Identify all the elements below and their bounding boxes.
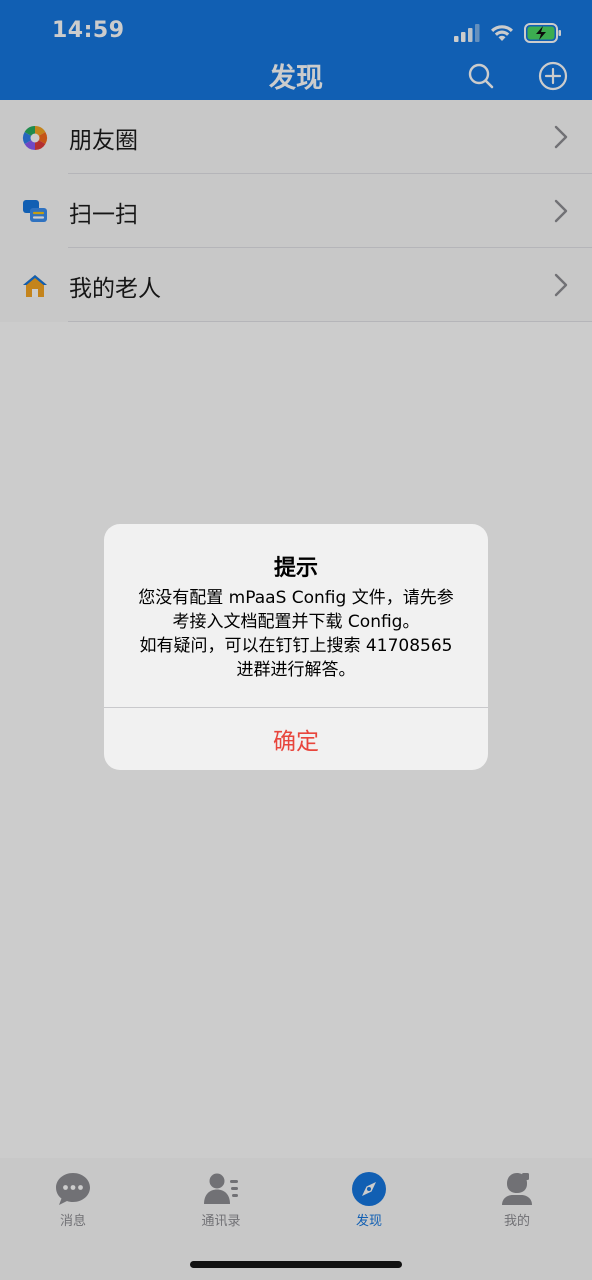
alert-message-line: 考接入文档配置并下载 Config。 xyxy=(172,612,420,632)
alert-message-line: 如有疑问，可以在钉钉上搜索 41708565 xyxy=(139,636,453,656)
alert-message: 您没有配置 mPaaS Config 文件，请先参 考接入文档配置并下载 Con… xyxy=(124,586,468,682)
home-indicator[interactable] xyxy=(190,1261,402,1268)
alert-title: 提示 xyxy=(273,556,318,581)
confirm-button[interactable]: 确定 xyxy=(104,708,488,770)
alert-message-line: 进群进行解答。 xyxy=(236,660,356,680)
alert-dialog: 提示 您没有配置 mPaaS Config 文件，请先参 考接入文档配置并下载 … xyxy=(104,524,488,770)
alert-message-line: 您没有配置 mPaaS Config 文件，请先参 xyxy=(138,588,454,608)
